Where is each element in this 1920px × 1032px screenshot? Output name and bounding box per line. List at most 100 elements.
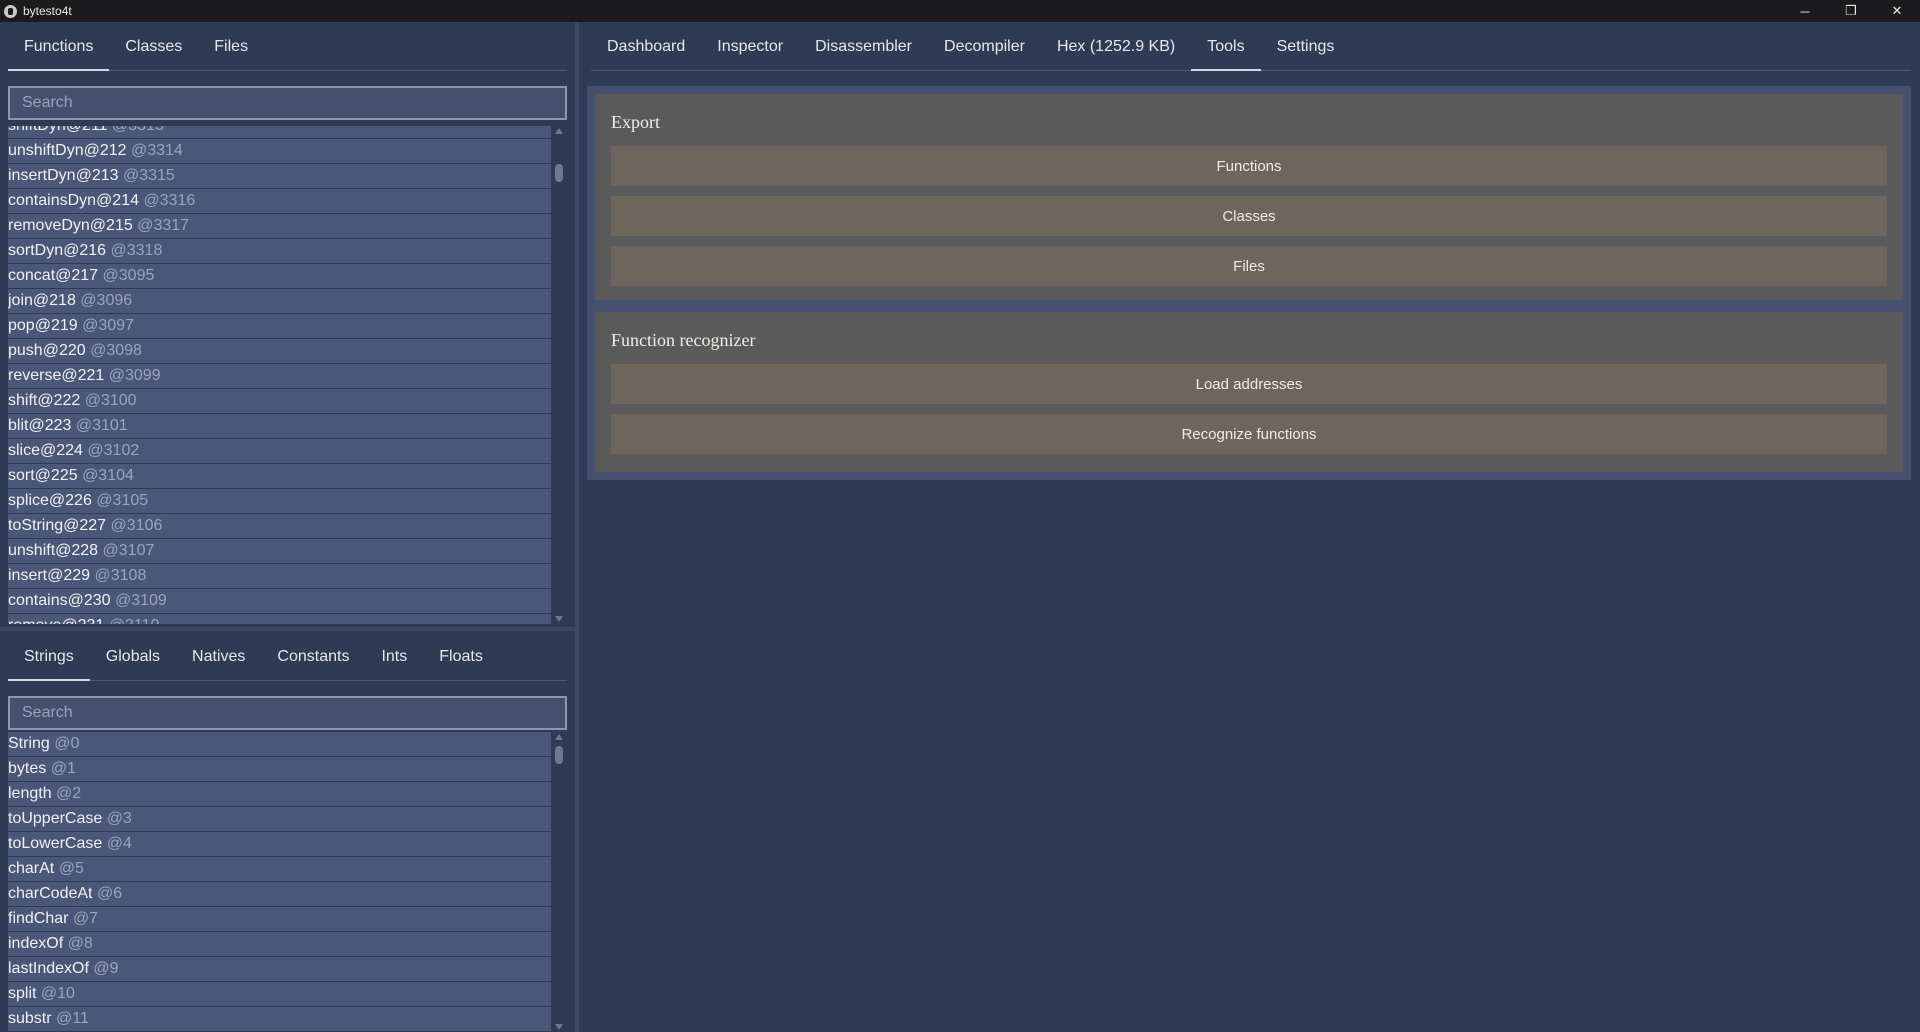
tab-classes[interactable]: Classes [109,24,198,70]
minimize-button[interactable]: ─ [1782,0,1828,22]
close-button[interactable]: ✕ [1874,0,1920,22]
item-name: shiftDyn@211 [8,126,108,134]
item-address: @3096 [80,292,133,309]
tab-ints[interactable]: Ints [365,634,423,680]
export-functions-button[interactable]: Functions [611,146,1887,186]
scroll-thumb[interactable] [555,746,563,764]
list-item[interactable]: pop@219 @3097 [8,314,551,339]
list-item[interactable]: removeDyn@215 @3317 [8,214,551,239]
strings-list: String @0 bytes @1 length @2 toUpperCase @3… [8,732,551,1032]
tab-functions[interactable]: Functions [8,24,110,71]
item-address: @3105 [96,492,149,509]
scroll-up-icon[interactable] [555,734,563,740]
list-item[interactable]: unshift@228 @3107 [8,539,551,564]
strings-search [8,696,567,730]
item-name: contains@230 [8,592,111,609]
function-recognizer-title: Function recognizer [611,330,756,350]
export-section: Export Functions Classes Files [595,94,1903,300]
strings-search-input[interactable] [10,698,565,728]
list-item[interactable]: charAt @5 [8,857,551,882]
strings-tabbar: Strings Globals Natives Constants Ints Floats [8,632,567,681]
list-item[interactable]: reverse@221 @3099 [8,364,551,389]
functions-search-input[interactable] [10,88,565,118]
list-item[interactable]: containsDyn@214 @3316 [8,189,551,214]
maximize-button[interactable]: ❐ [1828,0,1874,22]
scroll-up-icon[interactable] [555,128,563,134]
list-item[interactable]: shift@222 @3100 [8,389,551,414]
list-item[interactable]: toUpperCase @3 [8,807,551,832]
list-item[interactable]: toLowerCase @4 [8,832,551,857]
item-name: push@220 [8,342,86,359]
item-name: lastIndexOf [8,960,89,977]
tab-floats[interactable]: Floats [423,634,499,680]
list-item[interactable]: bytes @1 [8,757,551,782]
item-address: @3102 [87,442,140,459]
tab-disassembler[interactable]: Disassembler [799,24,928,70]
item-name: findChar [8,910,69,927]
list-item[interactable]: charCodeAt @6 [8,882,551,907]
function-recognizer-section: Function recognizer Load addresses Recog… [595,312,1903,472]
item-name: length [8,785,52,802]
horizontal-splitter[interactable] [0,627,575,631]
item-address: @8 [67,935,93,952]
item-address: @3109 [114,592,167,609]
item-name: toUpperCase [8,810,103,827]
list-item[interactable]: splice@226 @3105 [8,489,551,514]
list-item[interactable]: split @10 [8,982,551,1007]
tab-tools[interactable]: Tools [1191,24,1261,71]
list-item[interactable]: length @2 [8,782,551,807]
list-item[interactable]: unshiftDyn@212 @3314 [8,139,551,164]
tab-dashboard[interactable]: Dashboard [591,24,701,70]
scroll-down-icon[interactable] [555,616,563,622]
list-item[interactable]: lastIndexOf @9 [8,957,551,982]
functions-tabbar: Functions Classes Files [8,22,567,71]
list-item[interactable]: substr @11 [8,1007,551,1032]
scroll-thumb[interactable] [555,164,563,182]
list-item[interactable]: sort@225 @3104 [8,464,551,489]
load-addresses-button[interactable]: Load addresses [611,364,1887,404]
item-name: remove@231 [8,617,104,624]
list-item[interactable]: indexOf @8 [8,932,551,957]
item-name: shift@222 [8,392,81,409]
list-item[interactable]: insert@229 @3108 [8,564,551,589]
list-item[interactable]: push@220 @3098 [8,339,551,364]
list-item[interactable]: contains@230 @3109 [8,589,551,614]
functions-scrollbar[interactable] [553,126,565,624]
list-item[interactable]: sortDyn@216 @3318 [8,239,551,264]
tab-globals[interactable]: Globals [90,634,176,680]
list-item[interactable]: findChar @7 [8,907,551,932]
item-address: @3316 [143,192,196,209]
export-classes-button[interactable]: Classes [611,196,1887,236]
functions-list: shiftDyn@211 @3313unshiftDyn@212 @3314in… [8,126,551,624]
tab-settings[interactable]: Settings [1261,24,1351,70]
tools-content: Export Functions Classes Files Function … [587,86,1911,480]
item-name: bytes [8,760,47,777]
tab-natives[interactable]: Natives [176,634,261,680]
tab-inspector[interactable]: Inspector [701,24,799,70]
list-item[interactable]: String @0 [8,732,551,757]
export-files-button[interactable]: Files [611,246,1887,286]
item-name: toLowerCase [8,835,103,852]
tab-files[interactable]: Files [198,24,264,70]
list-item[interactable]: slice@224 @3102 [8,439,551,464]
tab-strings[interactable]: Strings [8,634,90,681]
list-item[interactable]: shiftDyn@211 @3313 [8,126,551,139]
recognize-functions-button[interactable]: Recognize functions [611,414,1887,454]
list-item[interactable]: insertDyn@213 @3315 [8,164,551,189]
list-item[interactable]: concat@217 @3095 [8,264,551,289]
item-address: @4 [106,835,132,852]
scroll-down-icon[interactable] [555,1024,563,1030]
tab-constants[interactable]: Constants [261,634,365,680]
item-name: split [8,985,37,1002]
list-item[interactable]: join@218 @3096 [8,289,551,314]
window-title: bytesto4t [23,4,72,18]
list-item[interactable]: toString@227 @3106 [8,514,551,539]
item-address: @3098 [90,342,142,359]
list-item[interactable]: blit@223 @3101 [8,414,551,439]
strings-scrollbar[interactable] [553,732,565,1032]
tab-hex-1252-9-kb[interactable]: Hex (1252.9 KB) [1041,24,1191,70]
item-name: substr [8,1010,52,1027]
list-content: shiftDyn@211 @3313unshiftDyn@212 @3314in… [8,126,551,624]
list-item[interactable]: remove@231 @3110 [8,614,551,624]
tab-decompiler[interactable]: Decompiler [928,24,1041,70]
